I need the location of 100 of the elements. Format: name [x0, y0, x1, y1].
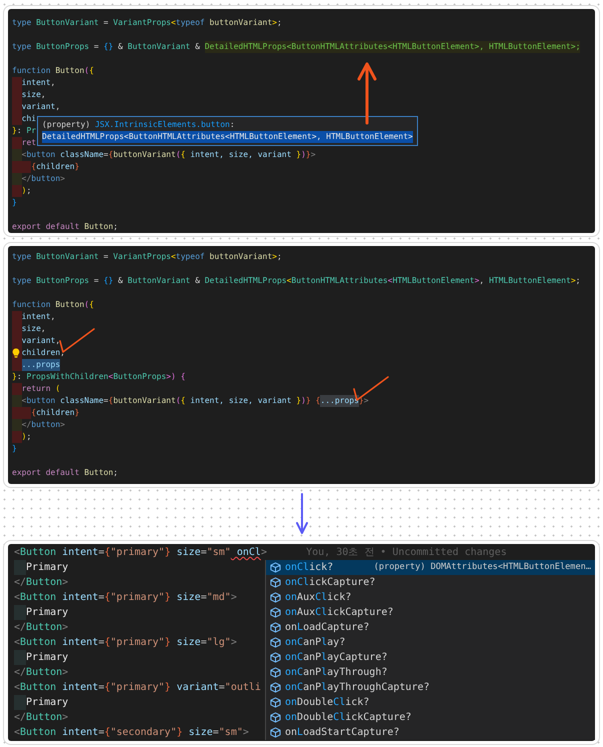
bracket: {: [31, 161, 36, 173]
tag-bracket: >: [242, 726, 249, 740]
suggestion-item[interactable]: onLoadCapture?: [266, 620, 595, 635]
identifier: size: [176, 591, 201, 605]
tag-bracket: <: [14, 681, 20, 695]
punctuation: &: [194, 275, 201, 287]
type-name: ButtonVariant: [128, 41, 190, 53]
tag-bracket: >: [364, 395, 369, 407]
punctuation: =: [200, 591, 207, 605]
punctuation: ,: [40, 323, 46, 335]
punctuation: ;: [26, 185, 32, 197]
type-name: Button: [26, 576, 62, 590]
punctuation: =: [98, 681, 104, 695]
punctuation: ;: [26, 431, 32, 443]
punctuation: ;: [576, 275, 580, 287]
keyword: typeof: [176, 17, 206, 29]
suggestion-detail: (property) DOMAttributes<HTMLButtonElemen…: [374, 561, 592, 574]
bracket: {: [104, 681, 110, 695]
bracket: JSX.IntrinsicElements.button: [94, 119, 230, 131]
type-name: ButtonVariant: [128, 275, 190, 287]
tag-bracket: >: [230, 591, 237, 605]
cube-icon: [270, 727, 281, 738]
cube-icon: [270, 607, 281, 618]
identifier: className: [59, 149, 104, 161]
identifier: variant: [176, 681, 219, 695]
type-name: Button: [20, 591, 56, 605]
bracket: {: [180, 371, 186, 383]
arrow: [294, 493, 308, 535]
identifier: chi: [22, 113, 36, 125]
suggestion-item[interactable]: onDoubleClickCapture?: [266, 710, 595, 725]
identifier: intent: [61, 546, 98, 560]
bracket: }: [296, 395, 302, 407]
type-name: Button: [26, 666, 62, 680]
code-text: Primary: [26, 696, 68, 710]
string-literal: "md": [206, 591, 231, 605]
function-name: buttonVariant: [113, 149, 176, 161]
identifier: children: [22, 347, 60, 359]
punctuation: &: [116, 41, 124, 53]
keyword: button: [26, 395, 56, 407]
suggestion-item[interactable]: onAuxClickCapture?: [266, 605, 595, 620]
type-name: ButtonVariant: [36, 17, 99, 29]
suggestion-item[interactable]: onCanPlayThrough?: [266, 665, 595, 680]
function-name: Button: [55, 299, 84, 311]
suggestion-item[interactable]: onClickCapture?: [266, 575, 595, 590]
type-name: Button: [20, 681, 56, 695]
suggestion-item[interactable]: onDoubleClick?: [266, 695, 595, 710]
bracket: (: [176, 149, 181, 161]
identifier: variant: [22, 335, 56, 347]
tag-bracket: <: [22, 149, 26, 161]
bracket: >: [272, 251, 277, 263]
bracket: ): [22, 431, 26, 443]
type-name: ButtonHTMLAttributes: [291, 275, 388, 287]
bracket: <: [108, 371, 114, 383]
identifier: children: [36, 161, 75, 173]
string-literal: "sm": [218, 726, 243, 740]
bracket: }: [296, 149, 302, 161]
suggestion-item[interactable]: onCanPlayThroughCapture?: [266, 680, 595, 695]
cube-icon: [270, 592, 281, 603]
keyword: function: [12, 65, 52, 77]
keyword: ret: [22, 137, 36, 149]
punctuation: &: [116, 275, 124, 287]
keyword: typeof: [176, 251, 206, 263]
bracket: {: [104, 636, 110, 650]
bracket: {}: [104, 275, 114, 287]
code-text: Primary: [26, 606, 68, 620]
bracket: (: [84, 299, 90, 311]
tag-bracket: <: [14, 726, 20, 740]
bracket: }: [74, 161, 80, 173]
identifier: variant: [22, 101, 56, 113]
suggestion-item[interactable]: onCanPlay?: [266, 635, 595, 650]
bracket: {: [180, 149, 186, 161]
cube-icon: [270, 712, 281, 723]
suggestion-item[interactable]: onLoadStartCapture?: [266, 725, 595, 740]
tag-bracket: <: [14, 546, 20, 560]
suggestion-item[interactable]: onClick? (property) DOMAttributes<HTMLButtonElemen…: [266, 560, 595, 575]
type-name: Button: [26, 621, 62, 635]
punctuation: ,: [479, 275, 486, 287]
keyword: export default: [12, 221, 80, 233]
type-name: Button: [20, 636, 56, 650]
suggestion-item[interactable]: onAuxClick?: [266, 590, 595, 605]
identifier: ...props: [22, 359, 60, 371]
bracket: }: [12, 125, 17, 137]
tag-bracket: >: [260, 546, 267, 560]
identifier: intent: [61, 726, 98, 740]
suggestion-item[interactable]: onCanPlayCapture?: [266, 650, 595, 665]
bracket: }: [164, 681, 171, 695]
type-name: PropsWithChildren: [26, 371, 108, 383]
punctuation: ;: [276, 251, 282, 263]
tag-bracket: >: [60, 419, 65, 431]
punctuation: ,: [50, 311, 56, 323]
bracket: <: [388, 275, 393, 287]
tag-bracket: >: [62, 576, 68, 590]
bracket: {: [104, 726, 110, 740]
function-name: buttonVariant: [210, 17, 272, 29]
punctuation: =: [98, 726, 104, 740]
bracket: ): [301, 149, 306, 161]
punctuation: =: [102, 251, 110, 263]
bracket: {: [89, 299, 94, 311]
punctuation: ,: [50, 77, 56, 89]
punctuation: =: [92, 41, 100, 53]
